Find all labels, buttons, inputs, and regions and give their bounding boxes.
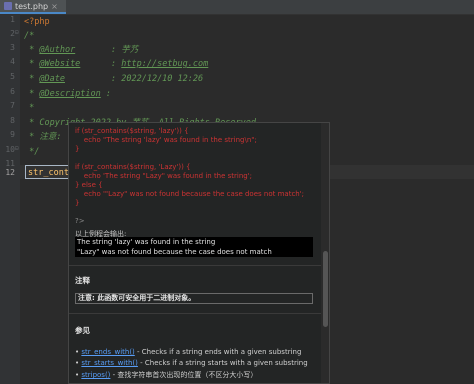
example-code-line: if (str_contains($string, 'lazy')) { [75, 127, 189, 135]
fold-icon[interactable]: ⊟ [15, 145, 20, 152]
tab-label: test.php [15, 1, 49, 11]
website-link[interactable]: http://setbug.com [121, 59, 208, 69]
code-line: * @Author : 芋艿 [24, 45, 139, 55]
example-code-line: if (str_contains($string, 'Lazy')) { [75, 163, 191, 171]
see-also-link[interactable]: str_ends_with() [81, 348, 134, 356]
editor-tab-bar: test.php × [0, 0, 474, 15]
code-line: */ [24, 147, 40, 157]
doc-tag: @Author [39, 45, 76, 55]
code-line: * @Description : [24, 89, 112, 99]
line-number: 8 [10, 116, 15, 125]
code-line: <?php [24, 17, 50, 27]
line-number: 5 [10, 72, 15, 81]
doc-tag: @Date [39, 74, 65, 84]
fold-icon[interactable]: ⊟ [15, 29, 20, 36]
code-line: * [24, 103, 35, 113]
note-box: 注意: 此函数可安全用于二进制对象。 [75, 293, 313, 304]
example-code-line: } [75, 145, 80, 153]
example-code-line: ?> [75, 217, 85, 225]
line-number: 1 [10, 15, 15, 24]
php-file-icon [4, 2, 12, 10]
popup-scrollbar-thumb[interactable] [323, 251, 328, 327]
example-code-line: } [75, 199, 80, 207]
close-icon[interactable]: × [51, 2, 58, 11]
see-also-heading: 参见 [75, 326, 90, 335]
line-number-gutter: 1 2 3 4 5 6 7 8 9 10 11 12 ⊟ ⊟ [0, 15, 20, 384]
doc-tag: @Website [39, 59, 81, 69]
see-also-item: • stripos() - 查找字符串首次出现的位置（不区分大小写） [75, 371, 258, 379]
line-number: 4 [10, 57, 15, 66]
section-divider [69, 265, 321, 266]
output-line: "Lazy" was not found because the case do… [77, 248, 272, 256]
line-number: 3 [10, 43, 15, 52]
code-line: /* [24, 31, 35, 41]
doc-tag: @Description [39, 89, 101, 99]
tab-test-php[interactable]: test.php × [0, 0, 66, 14]
see-also-item: • str_ends_with() - Checks if a string e… [75, 348, 302, 356]
line-number: 10 [5, 145, 15, 154]
line-number: 7 [10, 101, 15, 110]
output-line: The string 'lazy' was found in the strin… [77, 238, 216, 246]
line-number: 2 [10, 29, 15, 38]
example-code-line: echo "The string 'lazy' was found in the… [75, 136, 257, 144]
notes-heading: 注释 [75, 276, 90, 285]
code-line: * @Website : http://setbug.com [24, 59, 209, 69]
documentation-popup: if (str_contains($string, 'lazy')) { ech… [68, 122, 330, 384]
see-also-link[interactable]: stripos() [81, 371, 110, 379]
example-code-line: echo '"Lazy" was not found because the c… [75, 190, 305, 198]
code-line: * @Date : 2022/12/10 12:26 [24, 74, 204, 84]
line-number: 11 [5, 159, 15, 168]
output-box: The string 'lazy' was found in the strin… [75, 237, 313, 257]
example-code-line: echo 'The string "Lazy" was found in the… [75, 172, 253, 180]
see-also-item: • str_starts_with() - Checks if a string… [75, 359, 308, 367]
see-also-link[interactable]: str_starts_with() [81, 359, 138, 367]
line-number-current: 12 [5, 168, 15, 177]
section-divider [69, 313, 321, 314]
line-number: 6 [10, 87, 15, 96]
code-line: * 注意: [24, 132, 67, 142]
example-code-line: } else { [75, 181, 103, 189]
line-number: 9 [10, 130, 15, 139]
